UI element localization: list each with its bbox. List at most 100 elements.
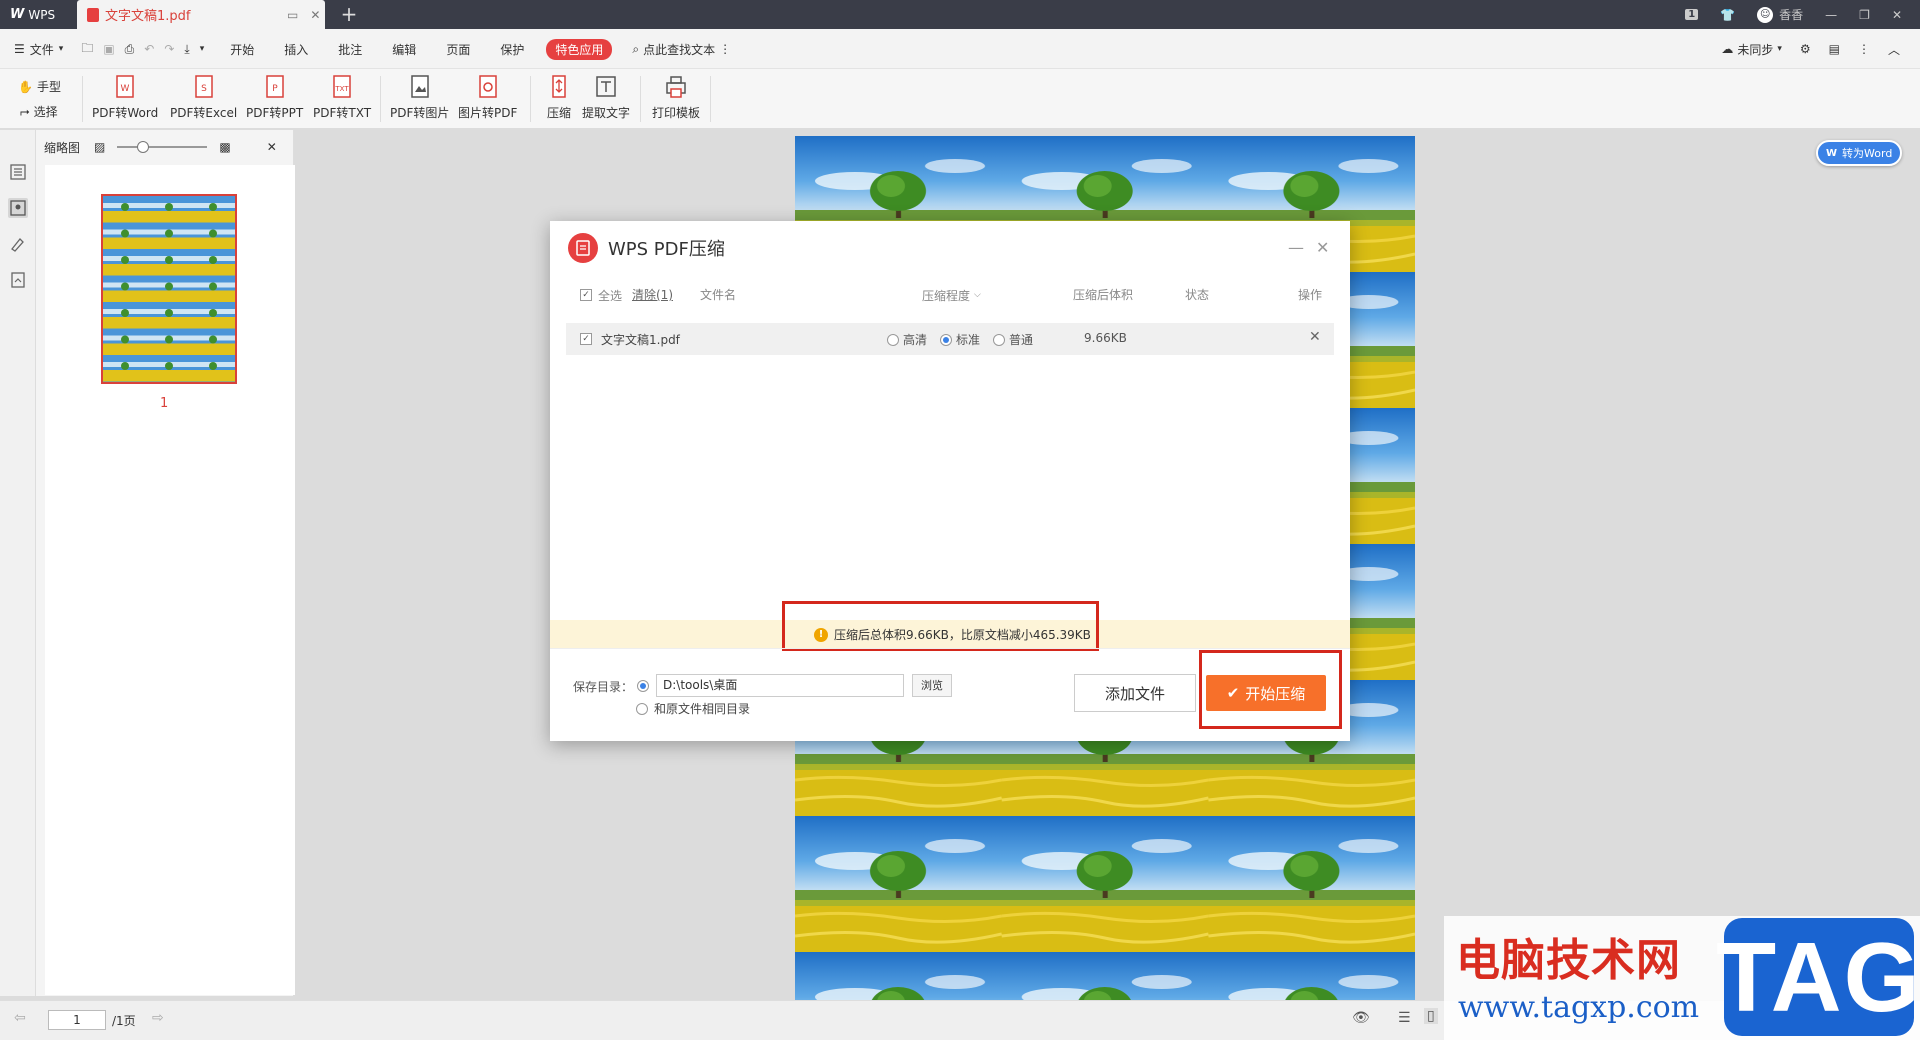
open-folder-icon[interactable]: 🗀 xyxy=(81,39,93,60)
tab-close-icon[interactable]: ✕ xyxy=(310,8,320,22)
new-tab-button[interactable]: + xyxy=(338,2,360,26)
thumbnail-panel-icon[interactable] xyxy=(8,198,28,218)
pdf-to-image-label: PDF转图片 xyxy=(390,106,450,120)
convert-to-word-button[interactable]: W 转为Word xyxy=(1816,140,1902,166)
radio-normal[interactable] xyxy=(993,333,1005,346)
menu-edit[interactable]: 编辑 xyxy=(382,41,426,58)
menu-protect[interactable]: 保护 xyxy=(490,41,534,58)
radio-hd[interactable] xyxy=(887,333,899,346)
dialog-close-icon[interactable]: ✕ xyxy=(1316,238,1329,257)
extract-text-icon xyxy=(596,76,616,97)
pdf-to-word-label: PDF转Word xyxy=(92,106,159,120)
tab-float-icon[interactable]: ▭ xyxy=(287,8,298,22)
user-account[interactable]: ☺ 香香 xyxy=(1757,6,1803,23)
compress-button[interactable]: 压缩 xyxy=(546,74,572,126)
zoom-out-thumb-icon[interactable]: ▨ xyxy=(94,140,105,154)
message-icon[interactable]: ▤ xyxy=(1829,42,1840,56)
page-thumbnail[interactable] xyxy=(101,194,237,384)
add-file-button[interactable]: 添加文件 xyxy=(1074,674,1196,712)
menu-insert[interactable]: 插入 xyxy=(274,41,318,58)
continuous-view-icon[interactable]: ☰ xyxy=(1398,1010,1411,1026)
find-text[interactable]: ⌕ 点此查找文本 ⋮ xyxy=(632,41,731,58)
select-all[interactable]: ✓ 全选 xyxy=(580,284,622,306)
print-icon[interactable]: ⎙ xyxy=(125,42,135,57)
select-tool[interactable]: ⮣ 选择 xyxy=(20,103,58,120)
pdf-to-image-button[interactable]: PDF转图片 xyxy=(390,74,449,126)
menu-special-apps[interactable]: 特色应用 xyxy=(546,38,613,60)
level-hd-label: 高清 xyxy=(903,333,928,347)
image-to-pdf-label: 图片转PDF xyxy=(458,106,518,120)
col-header-level-label: 压缩程度 xyxy=(922,288,971,303)
window-count-badge[interactable]: 1 xyxy=(1685,9,1699,20)
pdf-to-txt-icon: TXT xyxy=(333,75,351,98)
watermark-tag-logo: TAG xyxy=(1716,918,1920,1036)
convert-to-word-label: 转为Word xyxy=(1842,147,1893,160)
redo-icon[interactable]: ↷ xyxy=(164,42,174,56)
file-menu-label: 文件 xyxy=(29,42,54,57)
close-window-icon[interactable]: ✕ xyxy=(1892,8,1902,22)
ribbon-divider xyxy=(710,76,711,122)
level-option-normal[interactable]: 普通 xyxy=(993,331,1033,348)
row-remove-icon[interactable]: ✕ xyxy=(1309,329,1321,345)
same-dir-option[interactable]: 和原文件相同目录 xyxy=(636,700,750,717)
collapse-ribbon-icon[interactable]: ︿ xyxy=(1888,41,1900,58)
sync-status[interactable]: ☁ 未同步 ▾ xyxy=(1721,41,1782,58)
undo-icon[interactable]: ↶ xyxy=(144,42,154,56)
custom-dir-radio[interactable] xyxy=(637,680,649,692)
more-vertical-icon[interactable]: ⋮ xyxy=(1858,42,1870,56)
level-option-standard[interactable]: 标准 xyxy=(940,331,980,348)
same-dir-radio[interactable] xyxy=(636,702,648,715)
dialog-minimize-icon[interactable]: — xyxy=(1288,238,1304,257)
watermark-url: www.tagxp.com xyxy=(1458,990,1700,1025)
wps-home-tab[interactable]: W WPS xyxy=(0,0,74,29)
next-page-icon[interactable]: ⇨ xyxy=(152,1010,164,1026)
browse-button[interactable]: 浏览 xyxy=(912,674,952,697)
pdf-to-ppt-button[interactable]: P PDF转PPT xyxy=(246,74,303,126)
select-all-checkbox[interactable]: ✓ xyxy=(580,289,592,301)
menu-page[interactable]: 页面 xyxy=(436,41,480,58)
maximize-icon[interactable]: ❐ xyxy=(1859,8,1870,22)
chevron-down-icon: ⌵ xyxy=(974,290,981,300)
highlight-box-start xyxy=(1199,650,1342,729)
prev-page-icon[interactable]: ⇦ xyxy=(14,1010,26,1026)
dialog-title: WPS PDF压缩 xyxy=(608,239,725,260)
pdf-to-excel-button[interactable]: S PDF转Excel xyxy=(170,74,237,126)
menu-comment[interactable]: 批注 xyxy=(328,41,372,58)
radio-standard[interactable] xyxy=(940,333,952,346)
hand-tool[interactable]: ✋ 手型 xyxy=(18,78,61,95)
col-header-level[interactable]: 压缩程度 ⌵ xyxy=(922,284,981,306)
ribbon-divider xyxy=(530,76,531,122)
more-dropdown-icon[interactable]: ▾ xyxy=(200,44,205,54)
menu-home[interactable]: 开始 xyxy=(220,41,264,58)
level-option-hd[interactable]: 高清 xyxy=(887,331,927,348)
save-icon[interactable]: ▣ xyxy=(103,42,114,56)
outline-icon[interactable] xyxy=(8,162,28,182)
skin-icon[interactable]: 👕 xyxy=(1720,8,1735,22)
annotation-icon[interactable] xyxy=(8,234,28,254)
close-panel-icon[interactable]: ✕ xyxy=(267,140,277,154)
col-header-status: 状态 xyxy=(1185,288,1210,302)
select-tool-label: 选择 xyxy=(33,105,58,119)
pdf-to-txt-button[interactable]: TXT PDF转TXT xyxy=(313,74,371,126)
pdf-to-word-button[interactable]: W PDF转Word xyxy=(92,74,158,126)
thumbnail-header: 缩略图 ▨ ▩ ✕ xyxy=(44,137,277,157)
row-checkbox[interactable]: ✓ xyxy=(580,333,592,345)
extract-text-button[interactable]: 提取文字 xyxy=(582,74,630,126)
document-tab[interactable]: 文字文稿1.pdf ▭ ✕ xyxy=(77,0,325,29)
print-template-button[interactable]: 打印模板 xyxy=(652,74,700,126)
thumbnail-title: 缩略图 xyxy=(44,140,81,155)
thumbnail-size-slider[interactable] xyxy=(117,141,208,153)
gear-icon[interactable]: ⚙ xyxy=(1800,42,1811,56)
save-path-input[interactable]: D:\tools\桌面 xyxy=(656,674,904,697)
image-to-pdf-button[interactable]: 图片转PDF xyxy=(458,74,517,126)
clear-list-link[interactable]: 清除(1) xyxy=(632,284,673,306)
export-icon[interactable]: ⤓ xyxy=(184,42,189,57)
image-to-pdf-icon xyxy=(478,75,497,98)
zoom-in-thumb-icon[interactable]: ▩ xyxy=(219,140,230,154)
single-page-view-icon[interactable]: ▯ xyxy=(1424,1008,1438,1024)
file-menu[interactable]: ☰ 文件 ▾ xyxy=(14,41,63,58)
signature-icon[interactable] xyxy=(8,270,28,290)
page-number-input[interactable]: 1 xyxy=(48,1010,106,1030)
eye-icon[interactable]: 👁 xyxy=(1352,1010,1370,1026)
minimize-icon[interactable]: — xyxy=(1825,8,1837,22)
